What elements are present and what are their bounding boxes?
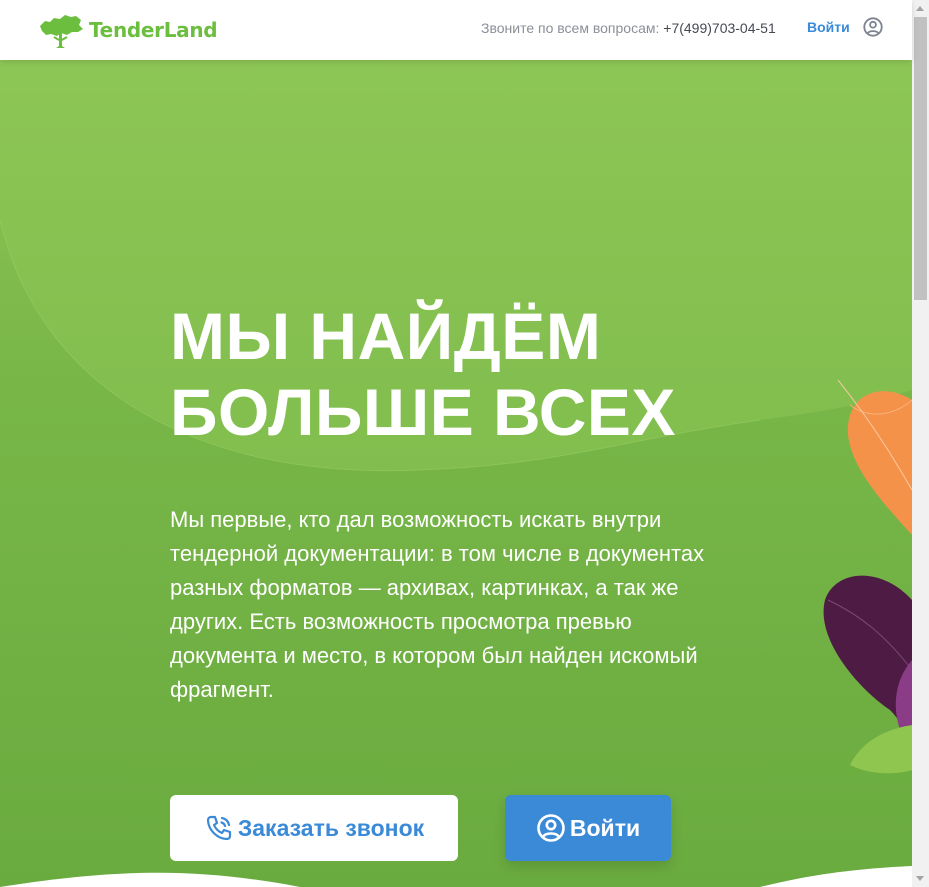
phone-number[interactable]: +7(499)703-04-51 — [663, 20, 775, 36]
hero-title-line-1: МЫ НАЙДЁМ — [170, 299, 602, 373]
hero-login-button[interactable]: Войти — [505, 795, 671, 861]
header-login-label: Войти — [807, 19, 850, 35]
header-login-button[interactable]: Войти — [807, 16, 884, 38]
tree-map-logo-icon — [40, 15, 83, 48]
site-header: TenderLand Звоните по всем вопросам: +7(… — [0, 0, 912, 60]
hero-section: МЫ НАЙДЁМ БОЛЬШЕ ВСЕХ Мы первые, кто дал… — [0, 60, 912, 887]
phone-call-icon — [206, 815, 231, 841]
logo-text: TenderLand — [89, 18, 218, 42]
user-circle-icon — [863, 17, 883, 37]
hero-background-decoration — [0, 60, 912, 887]
hero-title-line-2: БОЛЬШЕ ВСЕХ — [170, 375, 676, 449]
hero-title: МЫ НАЙДЁМ БОЛЬШЕ ВСЕХ — [170, 298, 730, 450]
scroll-up-arrow-icon[interactable] — [912, 0, 929, 17]
call-prefix: Звоните по всем вопросам: — [481, 20, 664, 36]
scroll-down-arrow-icon[interactable] — [912, 870, 929, 887]
scrollbar-thumb[interactable] — [914, 17, 927, 300]
hero-login-label: Войти — [569, 814, 641, 841]
hero-description: Мы первые, кто дал возможность искать вн… — [170, 507, 705, 702]
order-call-button[interactable]: Заказать звонок — [170, 795, 458, 861]
logo[interactable]: TenderLand — [37, 10, 218, 50]
vertical-scrollbar[interactable] — [912, 0, 929, 887]
order-call-label: Заказать звонок — [237, 814, 425, 841]
user-circle-icon — [537, 814, 565, 842]
call-info: Звоните по всем вопросам: +7(499)703-04-… — [481, 20, 776, 36]
